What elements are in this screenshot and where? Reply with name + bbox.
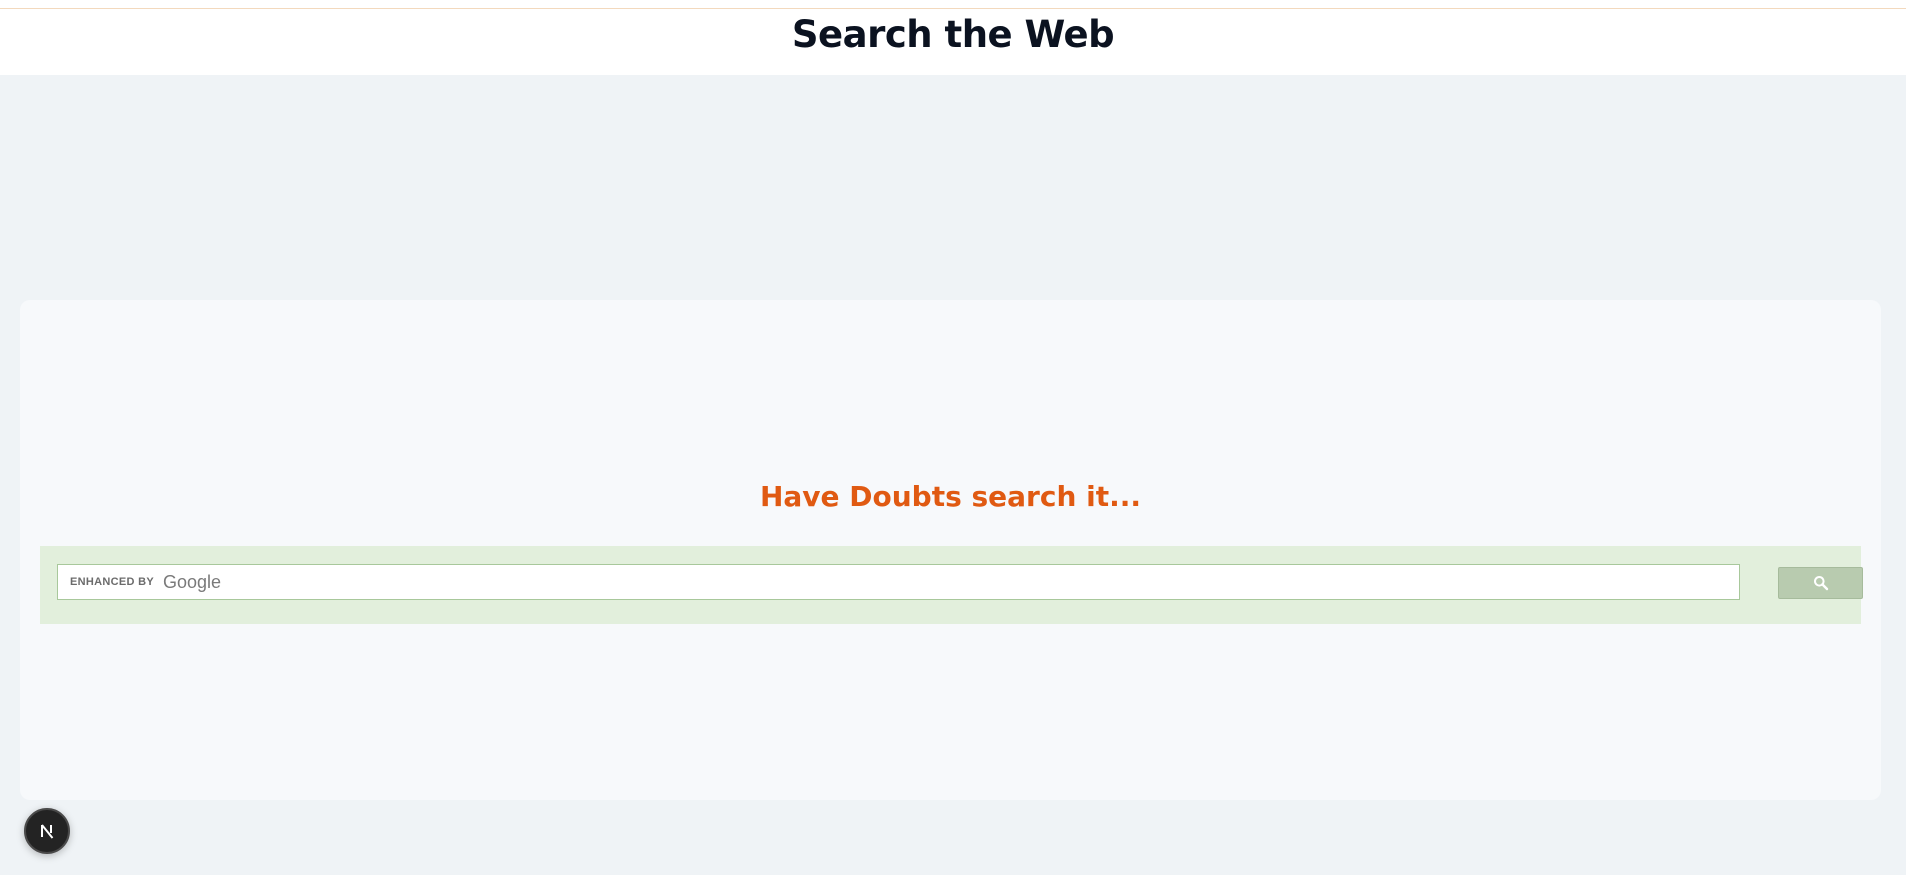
top-border: [0, 0, 1906, 9]
next-logo-badge[interactable]: [24, 808, 70, 854]
page-title: Search the Web: [791, 13, 1115, 56]
search-button[interactable]: [1778, 567, 1863, 599]
search-input[interactable]: ENHANCED BY Google: [57, 564, 1740, 600]
search-icon: [1813, 576, 1828, 591]
search-card: Have Doubts search it... ENHANCED BY Goo…: [20, 300, 1881, 800]
search-panel: ENHANCED BY Google: [40, 546, 1863, 624]
next-logo-icon: [41, 824, 54, 839]
page-header: Search the Web: [0, 9, 1906, 75]
google-label: Google: [162, 571, 222, 592]
tagline: Have Doubts search it...: [759, 480, 1142, 513]
enhanced-by-label: ENHANCED BY: [70, 576, 154, 588]
